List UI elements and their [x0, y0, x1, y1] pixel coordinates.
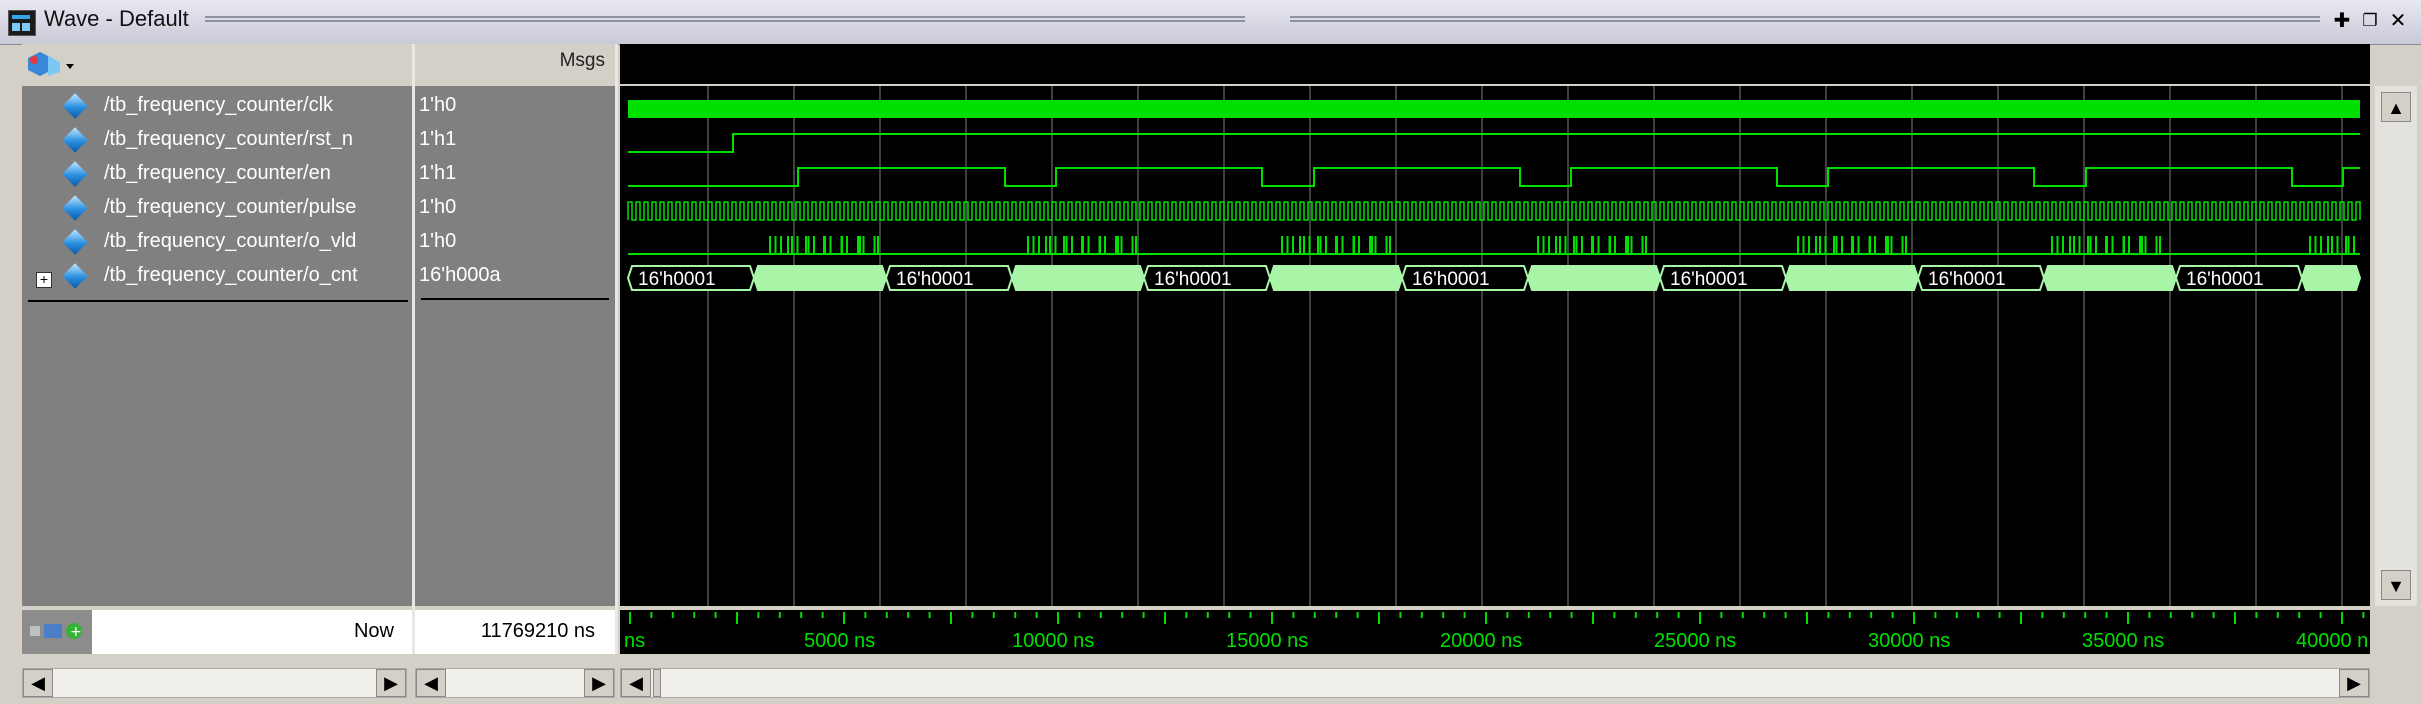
plus-icon[interactable]: ✚	[2330, 9, 2354, 33]
signal-value: 1'h0	[419, 230, 457, 252]
scroll-right-button[interactable]: ▶	[2339, 669, 2369, 697]
signal-row-o_vld[interactable]: /tb_frequency_counter/o_vld	[22, 226, 412, 260]
clk-waveform	[628, 100, 2360, 118]
timeline-ruler: ns 5000 ns 10000 ns 15000 ns 20000 ns 25…	[620, 610, 2370, 654]
titlebar-grip	[1290, 16, 2320, 22]
scroll-up-button[interactable]: ▲	[2381, 92, 2411, 122]
pulse-waveform	[627, 201, 2361, 221]
scroll-thumb[interactable]	[653, 669, 661, 697]
undock-icon[interactable]: ❐	[2358, 9, 2382, 33]
scroll-left-button[interactable]: ◀	[621, 669, 651, 697]
signal-row-pulse[interactable]: /tb_frequency_counter/pulse	[22, 192, 412, 226]
signal-name: /tb_frequency_counter/o_cnt	[104, 264, 358, 286]
vertical-scrollbar[interactable]: ▲ ▼	[2375, 86, 2417, 606]
wave-hscrollbar[interactable]: ◀ ▶	[620, 668, 2370, 698]
signal-names-pane: /tb_frequency_counter/clk /tb_frequency_…	[22, 86, 412, 606]
names-hscrollbar[interactable]: ◀ ▶	[22, 668, 407, 698]
timeline-tick-label: 40000 n	[2296, 630, 2369, 652]
wave-add-icon[interactable]	[26, 48, 76, 78]
o_cnt-bus-segment	[1784, 265, 1920, 291]
signal-icon	[62, 127, 88, 153]
now-value-cell: 11769210 ns	[415, 610, 615, 654]
signal-value: 1'h1	[419, 128, 457, 150]
signal-icon	[62, 229, 88, 255]
o_cnt-bus-segment	[752, 265, 888, 291]
scroll-right-button[interactable]: ▶	[376, 669, 406, 697]
o_cnt-bus-value: 16'h0001	[896, 269, 974, 290]
signal-value: 1'h1	[419, 162, 457, 184]
o_cnt-bus-value: 16'h0001	[1670, 269, 1748, 290]
signal-row-rst_n[interactable]: /tb_frequency_counter/rst_n	[22, 124, 412, 158]
rst_n-waveform	[628, 133, 2360, 153]
scroll-left-button[interactable]: ◀	[416, 669, 446, 697]
o_cnt-bus-segment	[2042, 265, 2178, 291]
expand-bus-icon[interactable]: +	[36, 272, 52, 288]
signal-row-en[interactable]: /tb_frequency_counter/en	[22, 158, 412, 192]
cursor-toolbar: +	[22, 610, 92, 654]
signal-row-o_cnt[interactable]: /tb_frequency_counter/o_cnt	[22, 260, 412, 294]
signal-icon	[62, 195, 88, 221]
o_cnt-bus-value: 16'h0001	[1154, 269, 1232, 290]
cursor-line	[28, 300, 408, 302]
o_cnt-bus-segment	[2300, 265, 2362, 291]
scroll-left-button[interactable]: ◀	[23, 669, 53, 697]
timeline-tick-label: 25000 ns	[1654, 630, 1737, 652]
timeline-tick-label: 35000 ns	[2082, 630, 2165, 652]
values-header: Msgs	[415, 44, 615, 84]
window-titlebar: Wave - Default ✚ ❐ ✕	[0, 0, 2421, 45]
cursor-line	[421, 298, 609, 300]
signal-name: /tb_frequency_counter/pulse	[104, 196, 357, 218]
wave-header-strip	[620, 44, 2370, 84]
timeline-tick-label: 10000 ns	[1012, 630, 1095, 652]
o_cnt-bus-segment	[1526, 265, 1662, 291]
msgs-column-header: Msgs	[559, 50, 605, 71]
signal-value: 16'h000a	[419, 264, 501, 286]
now-label: Now	[353, 620, 394, 642]
timeline-tick-label: 5000 ns	[804, 630, 876, 652]
signal-name: /tb_frequency_counter/clk	[104, 94, 334, 116]
waveform-canvas[interactable]: 16'h0001 16'h0001 16'h0001 16'h0001 16'h0001…	[620, 86, 2370, 606]
timeline-unit: ns	[624, 630, 646, 652]
o_cnt-bus-value: 16'h0001	[1412, 269, 1490, 290]
signal-name: /tb_frequency_counter/rst_n	[104, 128, 354, 150]
signal-value: 1'h0	[419, 94, 457, 116]
signal-icon	[62, 263, 88, 289]
en-waveform	[628, 167, 2360, 187]
o_cnt-bus-value: 16'h0001	[2186, 269, 2264, 290]
signal-row-clk[interactable]: /tb_frequency_counter/clk	[22, 90, 412, 124]
signal-name: /tb_frequency_counter/o_vld	[104, 230, 357, 252]
signal-name: /tb_frequency_counter/en	[104, 162, 331, 184]
o_cnt-bus-segment	[1268, 265, 1404, 291]
names-toolbar	[22, 44, 412, 84]
values-hscrollbar[interactable]: ◀ ▶	[415, 668, 615, 698]
timeline-tick-label: 30000 ns	[1868, 630, 1951, 652]
timeline-tick-label: 15000 ns	[1226, 630, 1309, 652]
waveform-pane[interactable]: 16'h0001 16'h0001 16'h0001 16'h0001 16'h0001…	[620, 86, 2370, 606]
now-row: + Now	[22, 610, 412, 654]
o_cnt-bus-segment	[1010, 265, 1146, 291]
now-value: 11769210 ns	[480, 620, 595, 642]
close-icon[interactable]: ✕	[2386, 9, 2410, 33]
o_cnt-bus-value: 16'h0001	[1928, 269, 2006, 290]
signal-value: 1'h0	[419, 196, 457, 218]
signal-icon	[62, 93, 88, 119]
window-title: Wave - Default	[44, 6, 189, 31]
scroll-down-button[interactable]: ▼	[2381, 570, 2411, 600]
horizontal-scroll-row: ◀ ▶ ◀ ▶ ◀ ▶	[0, 660, 2421, 704]
signal-icon	[62, 161, 88, 187]
app-icon	[8, 10, 36, 36]
timeline-tick-label: 20000 ns	[1440, 630, 1523, 652]
pane-splitter[interactable]	[615, 44, 618, 654]
cursor-add-icon[interactable]: +	[22, 610, 92, 654]
signal-values-pane: 1'h0 1'h1 1'h1 1'h0 1'h0 16'h000a	[415, 86, 615, 606]
scroll-right-button[interactable]: ▶	[584, 669, 614, 697]
svg-text:+: +	[70, 624, 82, 640]
o_cnt-bus-value: 16'h0001	[638, 269, 716, 290]
titlebar-grip	[205, 16, 1245, 22]
